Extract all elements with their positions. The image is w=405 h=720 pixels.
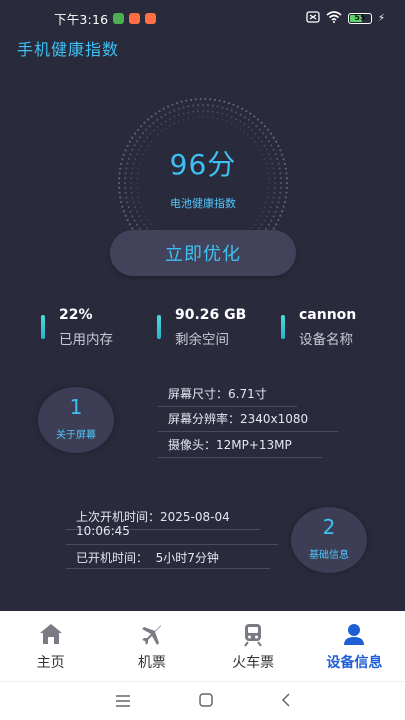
user-icon — [343, 623, 365, 651]
wechat-notification-icon — [113, 12, 125, 24]
optimize-button[interactable]: 立即优化 — [110, 230, 296, 276]
health-score-label: 电池健康指数 — [170, 197, 236, 210]
last-boot-time: 10:06:45 — [76, 524, 130, 538]
nav-item-trains[interactable]: 火车票 — [203, 611, 304, 681]
train-icon — [242, 623, 264, 651]
divider — [66, 568, 270, 569]
stat-device-name-label: 设备名称 — [299, 332, 353, 348]
nav-item-home[interactable]: 主页 — [0, 611, 101, 681]
nav-item-flights[interactable]: 机票 — [101, 611, 202, 681]
stat-indicator-bar — [281, 315, 285, 339]
nav-label-trains: 火车票 — [232, 655, 275, 671]
nav-item-device-info[interactable]: 设备信息 — [304, 611, 405, 681]
stat-memory-label: 已用内存 — [59, 332, 113, 348]
screen-resolution-info: 屏幕分辨率：2340x1080 — [157, 412, 339, 432]
screen-section-title: 关于屏幕 — [56, 430, 96, 441]
system-nav-bar — [0, 681, 405, 720]
divider — [66, 544, 278, 545]
sim-off-icon — [306, 10, 320, 26]
charging-icon: ⚡ — [377, 12, 385, 24]
stat-memory-value: 22% — [59, 307, 93, 323]
battery-icon: 55 — [347, 12, 372, 24]
wifi-icon — [326, 10, 342, 26]
bottom-nav: 主页 机票 火车票 设备信息 — [0, 611, 405, 681]
stat-storage-value: 90.26 GB — [175, 307, 247, 323]
screen-section-badge: 1 关于屏幕 — [38, 387, 114, 453]
uptime-info: 已开机时间： 5小时7分钟 — [76, 551, 219, 565]
nav-label-flights: 机票 — [137, 655, 166, 671]
page-title: 手机健康指数 — [17, 40, 120, 59]
nav-label-home: 主页 — [36, 655, 65, 671]
stat-indicator-bar — [157, 315, 161, 339]
airplane-icon — [140, 623, 164, 651]
basic-section-title: 基础信息 — [309, 550, 349, 561]
camera-info: 摄像头：12MP+13MP — [158, 438, 322, 458]
stat-indicator-bar — [41, 315, 45, 339]
screen-section-number: 1 — [69, 395, 83, 419]
home-square-icon[interactable] — [198, 692, 213, 711]
status-time: 下午3:16 — [54, 11, 109, 27]
screen-size-info: 屏幕尺寸：6.71寸 — [158, 387, 297, 407]
last-boot-date: 上次开机时间：2025-08-04 — [66, 510, 260, 530]
back-icon[interactable] — [281, 692, 291, 711]
basic-section-number: 2 — [322, 515, 336, 539]
stat-device-name-value: cannon — [299, 307, 357, 323]
nav-label-device-info: 设备信息 — [326, 655, 383, 671]
status-bar: 下午3:16 55 ⚡ — [0, 0, 405, 36]
app-notification-icon — [129, 12, 141, 24]
app-notification-icon-2 — [145, 12, 157, 24]
stat-storage-label: 剩余空间 — [175, 332, 229, 348]
health-score: 96分 — [169, 148, 237, 181]
basic-section-badge: 2 基础信息 — [291, 507, 367, 573]
menu-icon[interactable] — [115, 692, 131, 711]
home-icon — [39, 623, 63, 649]
